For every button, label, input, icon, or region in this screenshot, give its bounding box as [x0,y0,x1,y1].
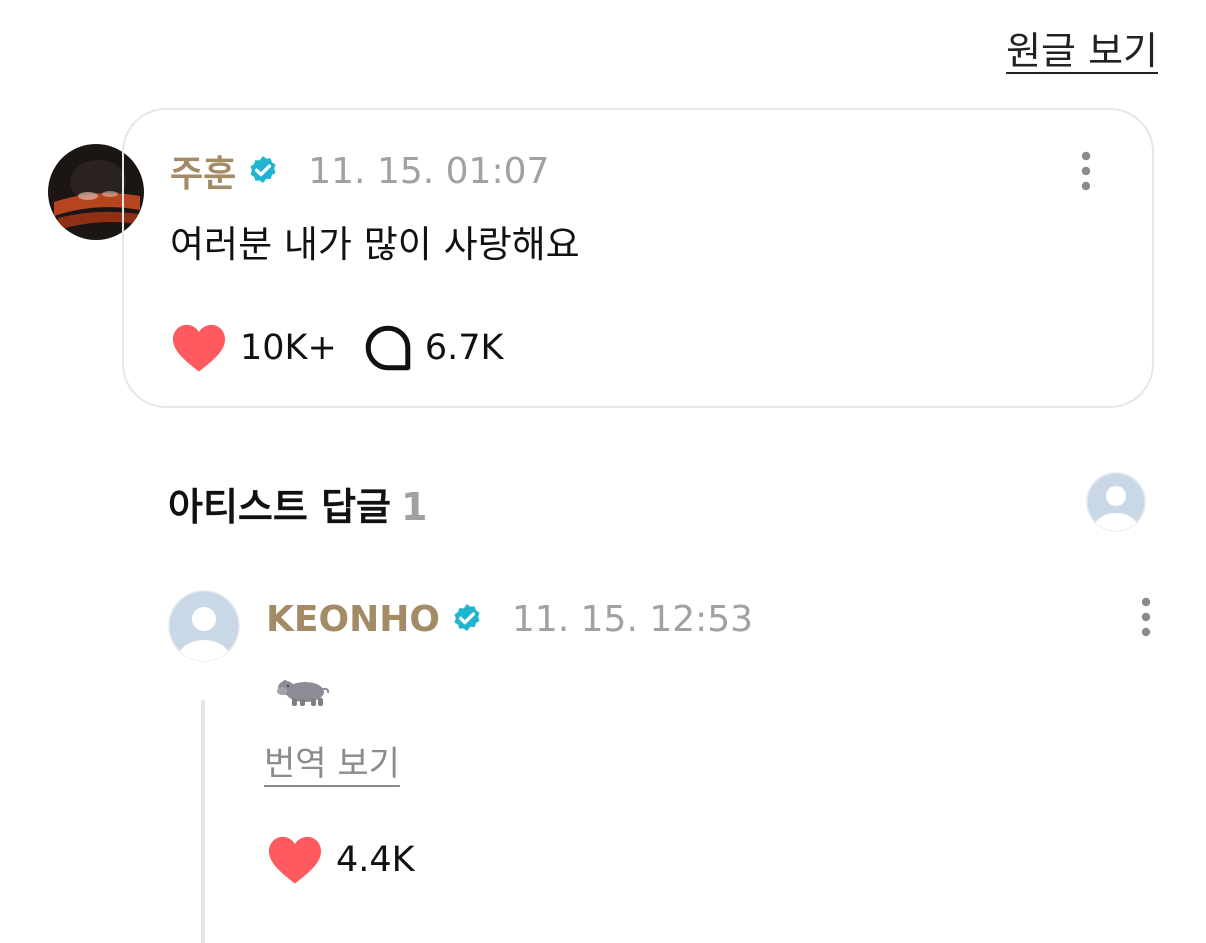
post-stats: 10K+ 6.7K [170,320,503,376]
reply-author-avatar-icon[interactable] [168,590,240,662]
comment-bubble-icon[interactable] [363,323,413,373]
post-header: 주훈 11. 15. 01:07 [170,146,549,196]
more-vertical-icon[interactable] [1074,150,1098,192]
heart-icon[interactable] [266,834,324,886]
artist-replies-heading: 아티스트 답글 1 [168,476,427,531]
reply-timestamp: 11. 15. 12:53 [511,598,754,640]
more-vertical-icon[interactable] [1134,596,1158,638]
post-comment-count: 6.7K [424,328,504,368]
post-timestamp: 11. 15. 01:07 [308,150,550,192]
reply-body: 🦛 [266,676,333,728]
hippo-icon [276,680,329,706]
verified-badge-icon [250,156,276,184]
verified-badge-icon [454,604,480,632]
reply-like-count: 4.4K [336,840,415,880]
reply-header: KEONHO 11. 15. 12:53 [266,594,753,644]
view-original-link[interactable]: 원글 보기 [1006,20,1158,75]
artist-replies-title: 아티스트 답글 [168,485,391,529]
post-body: 여러분 내가 많이 사랑해요 [170,223,580,266]
my-profile-avatar-icon[interactable] [1086,472,1146,532]
post-like-count: 10K+ [240,328,337,368]
reply-thread-line [201,700,205,943]
reply-author-name[interactable]: KEONHO [266,599,440,640]
post-card: 주훈 11. 15. 01:07 여러분 내가 많이 사랑해요 10K+ 6.7… [122,108,1154,408]
heart-icon[interactable] [170,322,228,374]
view-translation-link[interactable]: 번역 보기 [264,736,400,785]
reply-stats: 4.4K [266,832,415,888]
artist-replies-count: 1 [401,485,428,529]
post-author-name[interactable]: 주훈 [170,145,236,197]
